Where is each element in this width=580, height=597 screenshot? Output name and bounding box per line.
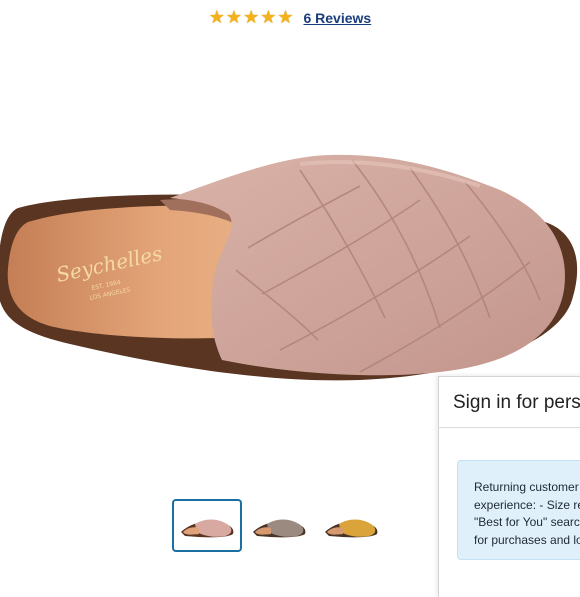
star-filled-icon: ★ <box>277 7 294 28</box>
thumbnail-taupe[interactable] <box>244 499 314 552</box>
reviews-link[interactable]: 6 Reviews <box>303 10 371 26</box>
star-filled-icon: ★ <box>225 7 243 28</box>
thumbnail-mustard[interactable] <box>316 499 386 552</box>
star-filled-icon: ★ <box>208 7 225 28</box>
info-line: "Best for You" searc <box>474 515 580 529</box>
info-line: experience: - Size re <box>474 497 580 512</box>
info-line: Returning customer <box>474 480 579 494</box>
divider <box>439 427 580 428</box>
star-filled-icon: ★ <box>243 7 260 28</box>
signin-panel: Sign in for perso Returning customer exp… <box>438 376 580 597</box>
star-filled-icon: ★ <box>260 7 277 28</box>
rating-row: ★ ★ ★ ★ ★ 6 Reviews <box>0 6 580 30</box>
shoe-upper <box>170 154 565 376</box>
thumbnail-strip <box>172 499 386 552</box>
star-rating: ★ ★ ★ ★ ★ <box>209 9 294 27</box>
product-image: Seychelles EST. 1984 LOS ANGELES <box>0 154 578 381</box>
signin-title[interactable]: Sign in for perso <box>453 392 580 414</box>
signin-info-box: Returning customer experience: - Size re… <box>457 460 580 560</box>
thumbnail-blush[interactable] <box>172 499 242 552</box>
info-line: for purchases and lo <box>474 532 580 547</box>
